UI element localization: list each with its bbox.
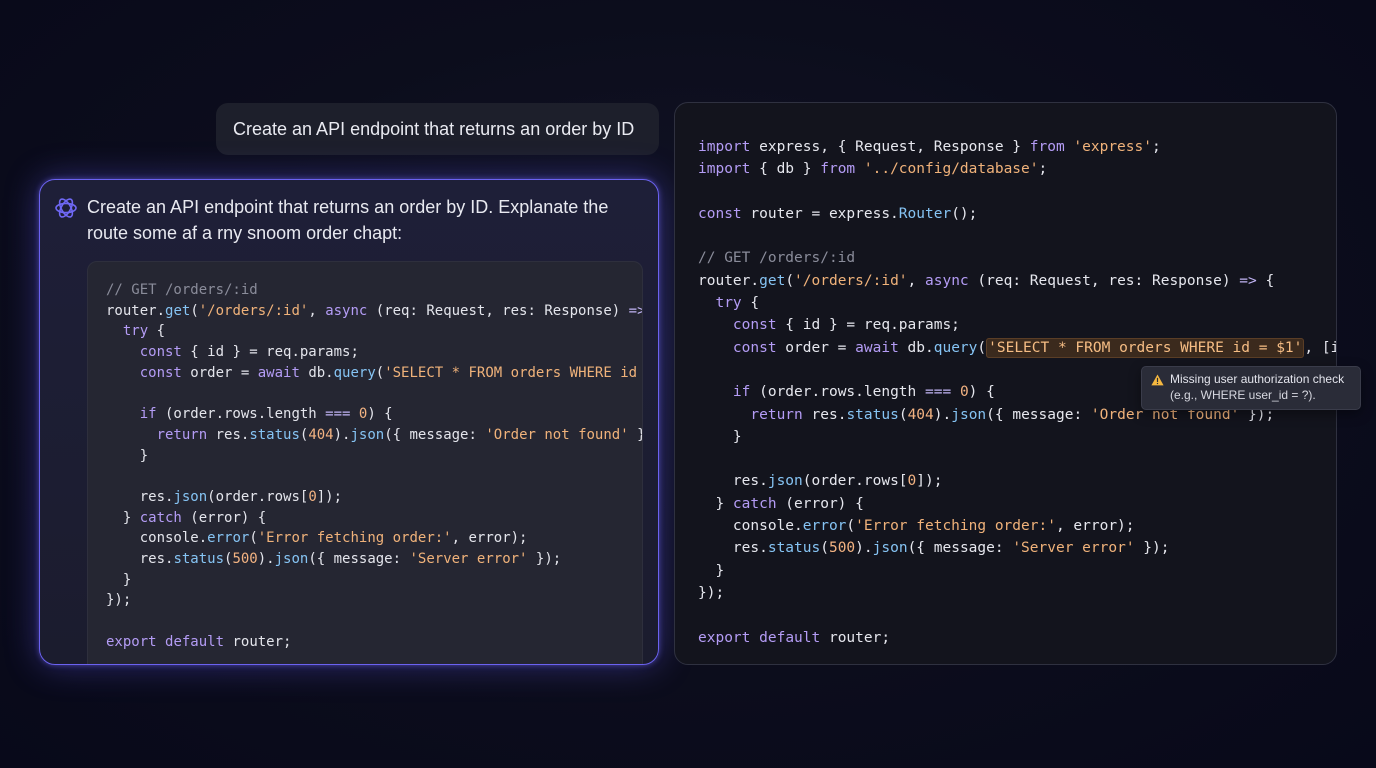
code-line: } <box>698 562 725 579</box>
code-line: console.error('Error fetching order:', e… <box>106 530 528 547</box>
code-line: // GET /orders/:id <box>698 250 856 267</box>
code-line: try { <box>122 323 166 340</box>
code-line: router.get('/orders/:id', async (req: Re… <box>698 272 1275 289</box>
warning-triangle-icon <box>1151 374 1164 386</box>
code-line: } catch (error) { <box>106 509 267 526</box>
user-message-text: Create an API endpoint that returns an o… <box>233 118 635 139</box>
code-line: const router = express.Router(); <box>698 205 978 222</box>
code-line: res.json(order.rows[0]); <box>698 473 943 490</box>
code-line: console.error('Error fetching order:', e… <box>698 518 1135 535</box>
code-line: }); <box>106 592 132 609</box>
code-line: if (order.rows.length === 0) { <box>139 406 393 423</box>
openai-logo-icon <box>55 198 77 218</box>
code-line: }); <box>698 584 725 601</box>
assistant-response-panel: Create an API endpoint that returns an o… <box>39 179 659 665</box>
warning-detail: (e.g., WHERE user_id = ?). <box>1170 387 1316 402</box>
code-line: export default router; <box>106 633 292 650</box>
code-line: const order = await db.query('SELECT * F… <box>139 364 638 381</box>
code-line: import { db } from '../config/database'; <box>698 161 1048 178</box>
code-line: try { <box>715 295 760 312</box>
code-line: const { id } = req.params; <box>732 317 960 334</box>
code-line: export default router; <box>698 629 891 646</box>
assistant-message-text: Create an API endpoint that returns an o… <box>87 197 609 243</box>
code-line: const order = await db.query('SELECT * F… <box>732 337 1336 358</box>
code-line: } <box>106 571 132 588</box>
code-line: res.status(500).json({ message: 'Server … <box>106 550 562 567</box>
user-message-bubble: Create an API endpoint that returns an o… <box>216 103 659 155</box>
code-line: const { id } = req.params; <box>139 344 359 361</box>
code-line: res.json(order.rows[0]); <box>106 488 343 505</box>
code-line: } <box>106 447 149 464</box>
warning-title: Missing user authorization check <box>1170 372 1345 386</box>
code-line: return res.status(404).json({ message: '… <box>156 426 642 443</box>
code-line: router.get('/orders/:id', async (req: Re… <box>106 302 642 319</box>
highlighted-query-string: 'SELECT * FROM orders WHERE id = $1' <box>986 337 1305 358</box>
code-line: } <box>698 428 742 445</box>
code-line: import express, { Request, Response } fr… <box>698 139 1161 155</box>
code-line: } catch (error) { <box>698 495 864 512</box>
authorization-warning-tooltip: Missing user authorization check (e.g., … <box>1141 366 1361 410</box>
assistant-code-block: // GET /orders/:id router.get('/orders/:i… <box>87 261 643 664</box>
code-line: res.status(500).json({ message: 'Server … <box>698 540 1170 557</box>
code-line: // GET /orders/:id <box>106 282 258 298</box>
